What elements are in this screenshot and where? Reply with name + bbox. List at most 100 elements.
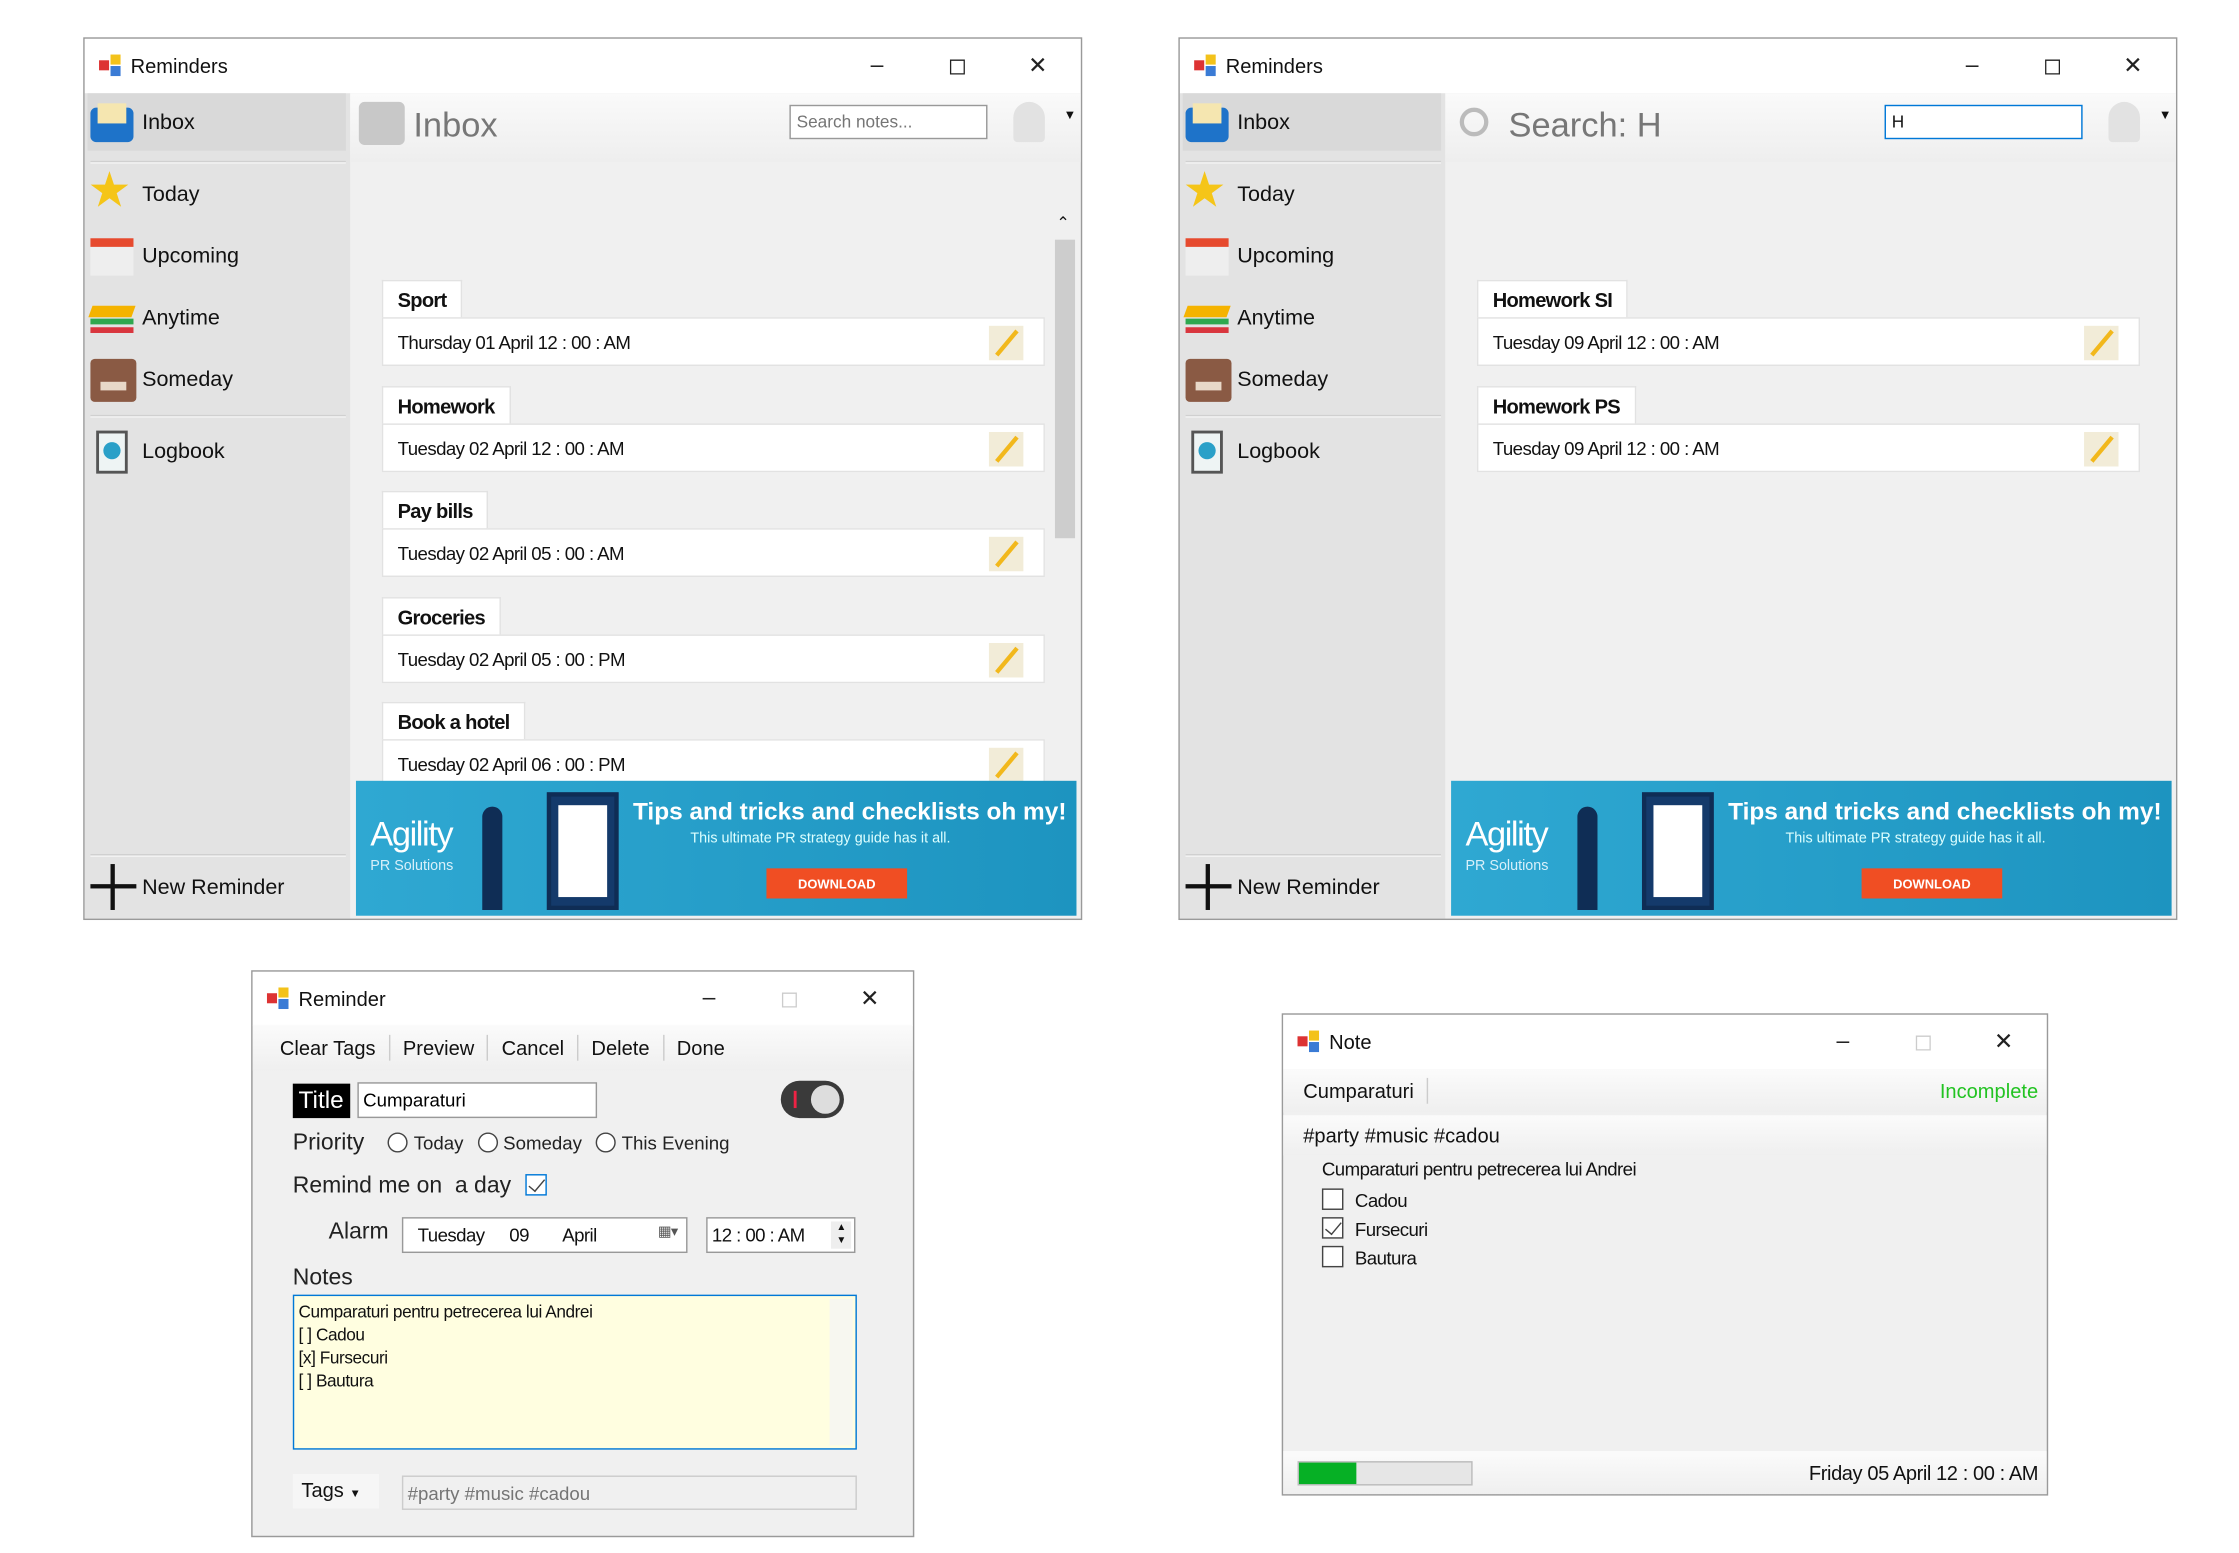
edit-pencil-icon[interactable]	[2084, 325, 2119, 361]
notes-textarea[interactable]: Cumparaturi pentru petrecerea lui Andrei…	[292, 1294, 857, 1450]
logbook-icon	[88, 428, 137, 474]
item-checkbox[interactable]	[1321, 1245, 1344, 1268]
title-input[interactable]	[357, 1082, 598, 1119]
sidebar-divider	[90, 414, 346, 418]
cancel-button[interactable]: Cancel	[489, 1034, 579, 1061]
vertical-scrollbar[interactable]: ⌃ ⌄	[1052, 214, 1076, 817]
sidebar-item-upcoming[interactable]: Upcoming	[1183, 227, 1441, 284]
alarm-date-picker[interactable]: Tuesday 09 April ▦▾	[401, 1217, 688, 1254]
scroll-up-icon[interactable]: ⌃	[1056, 214, 1069, 232]
minimize-button[interactable]: –	[669, 972, 749, 1027]
sidebar-item-inbox[interactable]: Inbox	[87, 93, 346, 151]
sidebar-item-today[interactable]: ★ Today	[1183, 164, 1441, 222]
minimize-button[interactable]: –	[837, 39, 917, 94]
bell-icon[interactable]	[2108, 101, 2141, 143]
minimize-button[interactable]: –	[1803, 1015, 1883, 1070]
new-reminder-button[interactable]: New Reminder	[88, 861, 285, 913]
app-icon	[266, 987, 290, 1010]
calendar-dropdown-icon[interactable]: ▦▾	[658, 1224, 678, 1240]
checklist-item[interactable]: Bautura	[1321, 1244, 1428, 1273]
reminder-card[interactable]: Homework SI Tuesday 09 April 12 : 00 : AM	[1476, 279, 2141, 367]
sidebar-item-upcoming[interactable]: Upcoming	[88, 227, 346, 284]
ad-tagline: This ultimate PR strategy guide has it a…	[1785, 831, 2046, 847]
ad-download-button[interactable]: DOWNLOAD	[1861, 868, 2003, 899]
edit-pencil-icon[interactable]	[988, 536, 1024, 572]
delete-button[interactable]: Delete	[579, 1034, 664, 1061]
reminder-title: Book a hotel	[381, 701, 526, 741]
search-input[interactable]	[1884, 104, 2083, 140]
maximize-button[interactable]: ◻	[2012, 39, 2092, 94]
sidebar-item-someday[interactable]: Someday	[1183, 350, 1441, 407]
edit-pencil-icon[interactable]	[988, 642, 1024, 677]
close-button[interactable]: ✕	[998, 39, 1078, 94]
sidebar-item-someday[interactable]: Someday	[88, 350, 346, 407]
close-button[interactable]: ✕	[830, 972, 910, 1027]
priority-today-radio[interactable]	[387, 1132, 408, 1153]
item-checkbox[interactable]	[1321, 1217, 1344, 1239]
reminder-date: Tuesday 09 April 12 : 00 : AM	[1492, 331, 1720, 354]
sidebar-item-anytime[interactable]: Anytime	[88, 288, 346, 345]
scrollbar-thumb[interactable]	[1054, 239, 1076, 539]
layers-icon	[1183, 294, 1232, 340]
note-window: Note – ◻ ✕ Cumparaturi Incomplete #party…	[1281, 1013, 2049, 1496]
tags-input[interactable]	[401, 1475, 857, 1510]
priority-evening-radio[interactable]	[595, 1132, 616, 1153]
notes-scrollbar[interactable]	[829, 1298, 853, 1446]
ad-brand-logo: Agility	[1465, 815, 1548, 855]
sidebar-item-inbox[interactable]: Inbox	[1182, 93, 1442, 151]
toggle-switch[interactable]	[780, 1080, 844, 1119]
alarm-day: Tuesday	[417, 1224, 485, 1246]
new-reminder-button[interactable]: New Reminder	[1183, 861, 1380, 913]
sidebar-item-anytime[interactable]: Anytime	[1183, 288, 1441, 345]
edit-pencil-icon[interactable]	[988, 431, 1024, 466]
reminder-card[interactable]: Groceries Tuesday 02 April 05 : 00 : PM	[381, 596, 1045, 683]
edit-pencil-icon[interactable]	[988, 325, 1024, 361]
title-bar: Reminders – ◻ ✕	[1179, 38, 2176, 94]
minimize-button[interactable]: –	[1932, 39, 2012, 94]
ad-brand-sub: PR Solutions	[370, 858, 454, 875]
dropdown-arrow-icon[interactable]: ▼	[1064, 108, 1077, 122]
reminder-card[interactable]: Pay bills Tuesday 02 April 05 : 00 : AM	[381, 490, 1045, 577]
bell-icon[interactable]	[1013, 101, 1045, 143]
alarm-time-picker[interactable]: 12 : 00 : AM ▲ ▼	[706, 1217, 856, 1254]
reminder-card[interactable]: Book a hotel Tuesday 02 April 06 : 00 : P…	[381, 701, 1045, 788]
checklist-item[interactable]: Fursecuri	[1321, 1216, 1428, 1245]
sidebar-item-logbook[interactable]: Logbook	[1183, 422, 1441, 479]
ad-banner[interactable]: Agility PR Solutions Tips and tricks and c…	[1451, 780, 2172, 916]
tags-dropdown-button[interactable]: Tags ▼	[292, 1474, 379, 1509]
reminder-date-row: Tuesday 09 April 12 : 00 : AM	[1476, 422, 2141, 472]
ad-tagline: This ultimate PR strategy guide has it a…	[690, 831, 951, 847]
item-checkbox[interactable]	[1321, 1188, 1344, 1210]
preview-button[interactable]: Preview	[390, 1034, 489, 1061]
reminder-card[interactable]: Homework Tuesday 02 April 12 : 00 : AM	[381, 385, 1045, 472]
sidebar-item-label: Someday	[142, 366, 234, 392]
remind-checkbox[interactable]	[525, 1174, 547, 1196]
maximize-button[interactable]: ◻	[917, 39, 997, 94]
remind-label: Remind me on a day	[292, 1174, 512, 1199]
reminder-editor-window: Reminder – ◻ ✕ Clear Tags Preview Cancel…	[251, 970, 915, 1538]
edit-pencil-icon[interactable]	[2084, 431, 2119, 466]
dropdown-arrow-icon[interactable]: ▼	[2159, 108, 2172, 122]
calendar-icon	[88, 233, 137, 279]
clear-tags-button[interactable]: Clear Tags	[267, 1034, 390, 1061]
sidebar-item-logbook[interactable]: Logbook	[88, 422, 346, 479]
note-description: Cumparaturi pentru petrecerea lui Andrei	[1321, 1158, 1637, 1180]
reminder-card[interactable]: Homework PS Tuesday 09 April 12 : 00 : AM	[1476, 385, 2141, 472]
search-icon	[1459, 107, 1489, 137]
reminder-card[interactable]: Sport Thursday 01 April 12 : 00 : AM	[381, 279, 1045, 367]
edit-pencil-icon[interactable]	[988, 747, 1024, 783]
checklist-item[interactable]: Cadou	[1321, 1187, 1428, 1216]
search-input[interactable]	[789, 104, 988, 140]
item-label: Fursecuri	[1354, 1218, 1428, 1241]
new-reminder-label: New Reminder	[142, 874, 285, 900]
ad-brand-sub: PR Solutions	[1465, 858, 1549, 875]
reminder-date-row: Tuesday 02 April 12 : 00 : AM	[381, 422, 1045, 472]
priority-someday-radio[interactable]	[477, 1132, 498, 1153]
ad-banner[interactable]: Agility PR Solutions Tips and tricks and c…	[355, 780, 1077, 916]
sidebar-item-today[interactable]: ★ Today	[88, 164, 346, 222]
time-spinner[interactable]: ▲ ▼	[831, 1221, 852, 1249]
done-button[interactable]: Done	[664, 1035, 738, 1061]
close-button[interactable]: ✕	[2093, 39, 2173, 94]
ad-download-button[interactable]: DOWNLOAD	[766, 868, 908, 899]
close-button[interactable]: ✕	[1963, 1015, 2043, 1070]
